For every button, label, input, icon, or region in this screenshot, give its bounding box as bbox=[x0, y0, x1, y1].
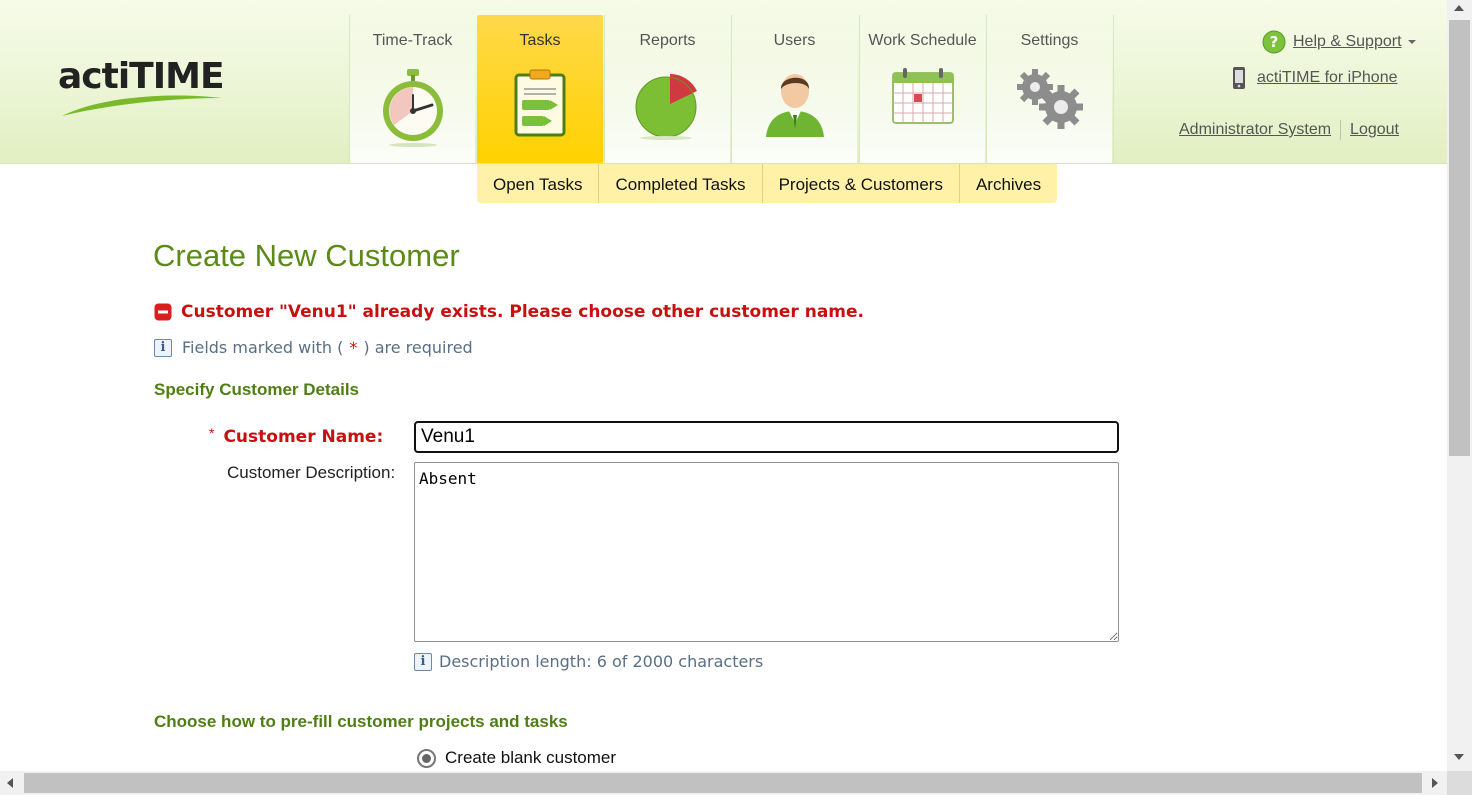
svg-text:?: ? bbox=[1270, 33, 1279, 51]
stopwatch-icon bbox=[382, 69, 443, 147]
horizontal-scroll-thumb[interactable] bbox=[24, 773, 1422, 793]
tab-settings[interactable]: Settings bbox=[986, 15, 1112, 163]
tab-label: Settings bbox=[1020, 32, 1079, 49]
user-profile-link[interactable]: Administrator System bbox=[1179, 121, 1331, 139]
error-icon bbox=[154, 303, 172, 321]
page-title: Create New Customer bbox=[153, 238, 460, 273]
radio-label: Create blank customer bbox=[445, 748, 617, 767]
pie-chart-icon bbox=[635, 74, 697, 140]
tab-work-schedule[interactable]: Work Schedule bbox=[859, 15, 985, 163]
required-star: * bbox=[349, 338, 358, 357]
tab-reports[interactable]: Reports bbox=[604, 15, 730, 163]
required-note-suffix: ) are required bbox=[363, 338, 473, 357]
iphone-link[interactable]: actiTIME for iPhone bbox=[1257, 69, 1398, 87]
calendar-icon bbox=[891, 68, 954, 124]
tab-label: Work Schedule bbox=[868, 32, 977, 49]
tab-users[interactable]: Users bbox=[731, 15, 857, 163]
description-length-note: i Description length: 6 of 2000 characte… bbox=[414, 652, 763, 671]
section-customer-details: Specify Customer Details bbox=[154, 380, 360, 399]
tab-time-track[interactable]: Time-Track bbox=[349, 15, 475, 163]
error-message: Customer "Venu1" already exists. Please … bbox=[154, 302, 864, 322]
subtab-open-tasks[interactable]: Open Tasks bbox=[477, 164, 600, 203]
scroll-right-arrow-icon[interactable] bbox=[1432, 778, 1438, 788]
tasks-subnav: Open Tasks Completed Tasks Projects & Cu… bbox=[477, 164, 1058, 203]
required-note-prefix: Fields marked with ( bbox=[182, 338, 344, 357]
scroll-down-arrow-icon[interactable] bbox=[1454, 754, 1464, 760]
smartphone-icon bbox=[1233, 67, 1245, 89]
help-support-menu[interactable]: ? Help & Support bbox=[1262, 30, 1417, 54]
actitime-logo[interactable]: actiTIME bbox=[58, 56, 225, 97]
top-header: actiTIME Time-Track Tasks Reports Users … bbox=[0, 0, 1447, 164]
logout-link[interactable]: Logout bbox=[1350, 121, 1399, 139]
section-prefill: Choose how to pre-fill customer projects… bbox=[154, 712, 568, 731]
description-length-text: Description length: 6 of 2000 characters bbox=[439, 652, 764, 671]
help-icon: ? bbox=[1262, 30, 1286, 54]
horizontal-scrollbar[interactable] bbox=[0, 771, 1447, 795]
tab-label: Reports bbox=[639, 32, 696, 49]
vertical-scroll-thumb[interactable] bbox=[1449, 20, 1470, 456]
info-icon: i bbox=[414, 652, 432, 671]
user-icon bbox=[765, 74, 824, 137]
subtab-archives[interactable]: Archives bbox=[960, 164, 1057, 203]
gears-icon bbox=[1016, 69, 1083, 129]
error-text: Customer "Venu1" already exists. Please … bbox=[181, 302, 865, 322]
vertical-scrollbar[interactable] bbox=[1447, 0, 1472, 771]
iphone-app-link-row[interactable]: actiTIME for iPhone bbox=[1232, 66, 1398, 90]
customer-name-label: * Customer Name: bbox=[209, 425, 384, 447]
required-star: * bbox=[209, 425, 215, 441]
customer-description-textarea[interactable]: Absent bbox=[414, 462, 1119, 642]
subtab-completed-tasks[interactable]: Completed Tasks bbox=[599, 164, 763, 203]
info-icon: i bbox=[154, 338, 172, 357]
divider bbox=[1340, 120, 1342, 140]
tasks-clipboard-icon bbox=[514, 69, 566, 137]
customer-name-input[interactable] bbox=[414, 421, 1119, 453]
user-links: Administrator System Logout bbox=[1179, 120, 1399, 140]
chevron-down-icon bbox=[1407, 40, 1416, 44]
subtab-projects-customers[interactable]: Projects & Customers bbox=[763, 164, 960, 203]
help-support-link[interactable]: Help & Support bbox=[1293, 33, 1402, 51]
required-fields-note: i Fields marked with ( * ) are required bbox=[154, 338, 473, 357]
scrollbar-corner bbox=[1447, 771, 1472, 795]
customer-description-label: Customer Description: bbox=[227, 463, 396, 482]
browser-viewport: actiTIME Time-Track Tasks Reports Users … bbox=[0, 0, 1447, 771]
scroll-left-arrow-icon[interactable] bbox=[7, 778, 13, 788]
tab-divider bbox=[1113, 15, 1114, 163]
radio-create-blank-customer[interactable]: Create blank customer bbox=[417, 748, 616, 768]
customer-name-label-text: Customer Name: bbox=[223, 427, 384, 447]
scroll-up-arrow-icon[interactable] bbox=[1454, 5, 1464, 11]
tab-label: Users bbox=[773, 32, 816, 49]
radio-button-selected[interactable] bbox=[417, 748, 436, 768]
logo-swoosh-icon bbox=[62, 95, 222, 116]
tab-label: Time-Track bbox=[372, 32, 453, 49]
tab-label: Tasks bbox=[519, 32, 561, 49]
tab-tasks[interactable]: Tasks bbox=[477, 15, 603, 163]
